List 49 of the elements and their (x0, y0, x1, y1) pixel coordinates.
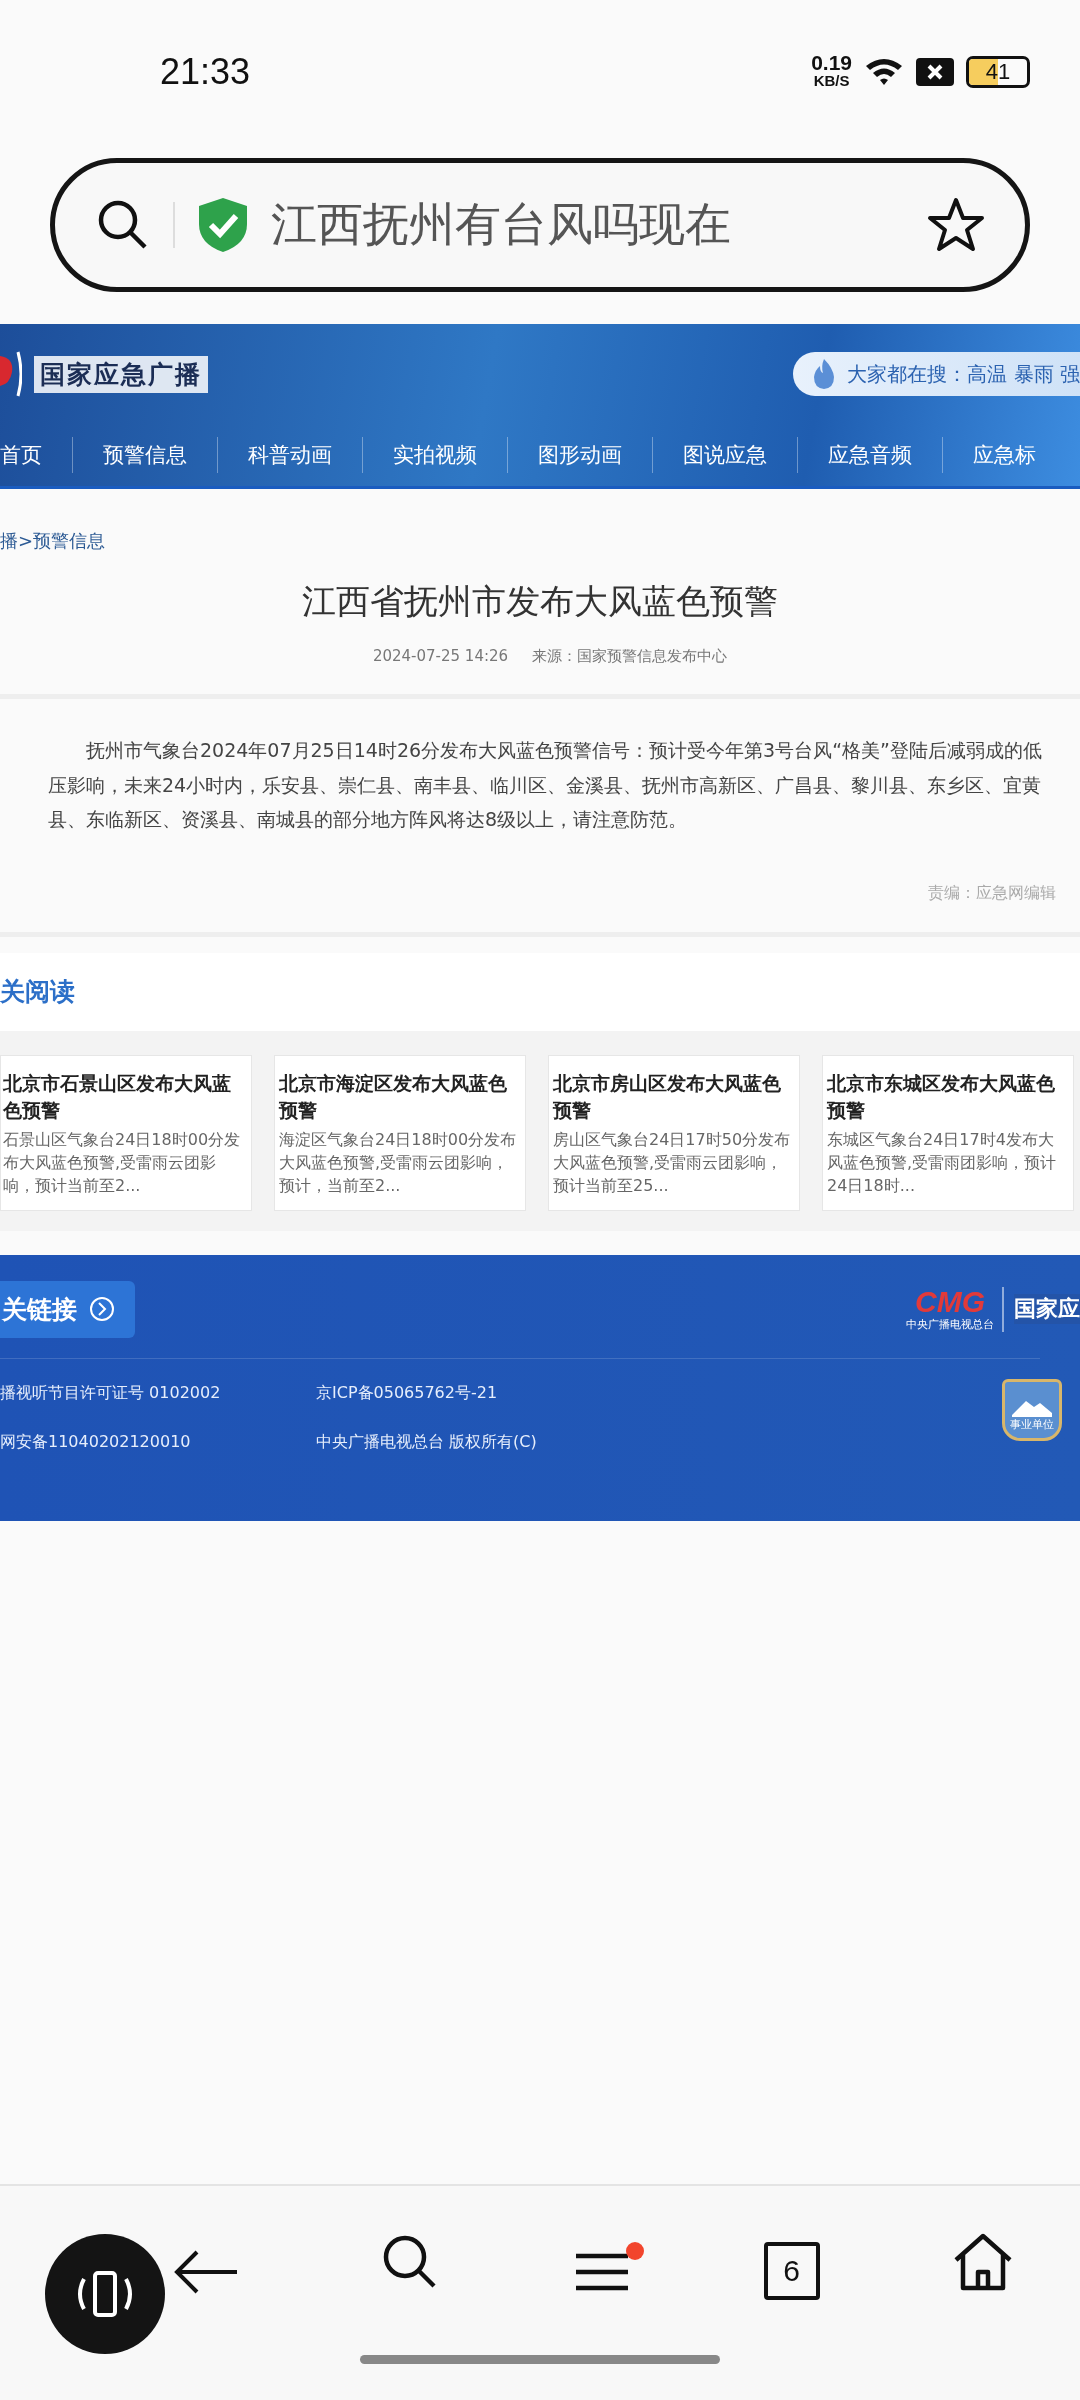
article-date: 2024-07-25 14:26 (372, 647, 509, 666)
home-icon[interactable] (953, 2232, 1014, 2292)
chevron-circle-icon (89, 1296, 115, 1322)
breadcrumb[interactable]: 播>预警信息 (0, 529, 1080, 553)
nav-item[interactable]: 应急音频 (798, 441, 942, 469)
card-title: 北京市房山区发布大风蓝色预警 (553, 1070, 782, 1123)
footer-text: 中央广播电视总台 版权所有(C) (316, 1431, 537, 1453)
card-title: 北京市东城区发布大风蓝色预警 (827, 1070, 1056, 1123)
nav-item[interactable]: 实拍视频 (363, 441, 507, 469)
related-links-button[interactable]: 关链接 (0, 1280, 135, 1338)
card-summary: 石景山区气象台24日18时00分发布大风蓝色预警,受雷雨云团影响，预计当前至2... (3, 1128, 242, 1197)
card-title: 北京市石景山区发布大风蓝色预警 (3, 1070, 232, 1123)
star-icon[interactable] (927, 197, 985, 253)
site-name: 国家应急广播 (34, 355, 208, 393)
nav-item[interactable]: 预警信息 (73, 441, 217, 469)
nav-item[interactable]: 图形动画 (508, 441, 652, 469)
nav-item[interactable]: 应急标 (943, 441, 1066, 469)
article-card[interactable]: 北京市房山区发布大风蓝色预警 房山区气象台24日17时50分发布大风蓝色预警,受雷雨云团影响，预计当前至25... (548, 1054, 800, 1211)
article-title: 江西省抚州市发布大风蓝色预警 (301, 580, 779, 623)
hot-search-bar[interactable]: 大家都在搜：高温 暴雨 强 (793, 352, 1080, 396)
footer-text: 京ICP备05065762号-21 (316, 1382, 499, 1404)
article-card[interactable]: 北京市石景山区发布大风蓝色预警 石景山区气象台24日18时00分发布大风蓝色预警,受雷雨云团影响，预计当前至2... (0, 1054, 252, 1211)
org-name: 国家应 (1014, 1294, 1080, 1324)
footer-text: 网安备11040202120010 (0, 1431, 192, 1453)
card-summary: 东城区气象台24日17时4发布大风蓝色预警,受雷雨团影响，预计24日18时... (827, 1128, 1058, 1197)
article-card[interactable]: 北京市海淀区发布大风蓝色预警 海淀区气象台24日18时00分发布大风蓝色预警,受雷雨云团影响，预计，当前至2... (274, 1054, 526, 1211)
article-body: 抚州市气象台2024年07月25日14时26分发布大风蓝色预警信号：预计受今年第3号台风“格美”登陆后减弱成的低压影响，未来24小时内，乐安县、崇仁县、南丰县、临川区、金溪县、抚州市高新区、广昌县、黎川县、东乡区、宜黄县、东临新区、资溪县、南城县的部分地方阵风将达8级以上，请注意防范。 (48, 738, 1043, 832)
nav-item[interactable]: 首页 (0, 441, 72, 469)
battery-indicator: 41 (966, 56, 1030, 88)
article-card[interactable]: 北京市东城区发布大风蓝色预警 东城区气象台24日17时4发布大风蓝色预警,受雷雨团影响，预计24日18时... (822, 1054, 1074, 1211)
card-title: 北京市海淀区发布大风蓝色预警 (279, 1070, 508, 1123)
badge-text: 事业单位 (1010, 1416, 1054, 1432)
sim-off-icon (916, 58, 954, 86)
address-bar[interactable]: 江西抚州有台风吗现在 (50, 158, 1030, 292)
address-text: 江西抚州有台风吗现在 (271, 196, 732, 253)
card-summary: 海淀区气象台24日18时00分发布大风蓝色预警,受雷雨云团影响，预计，当前至2... (279, 1128, 517, 1197)
tabs-button[interactable]: 6 (763, 2242, 820, 2300)
nav-item[interactable]: 科普动画 (218, 441, 362, 469)
nav-item[interactable]: 图说应急 (653, 441, 797, 469)
network-speed: 0.19 KB/S (811, 54, 852, 90)
article-editor: 责编：应急网编辑 (927, 882, 1057, 904)
status-time: 21:33 (160, 51, 251, 93)
footer-text: 播视听节目许可证号 0102002 (0, 1382, 222, 1404)
section-heading: 关阅读 (0, 952, 1080, 1031)
cmg-logo-subtext: 中央广播电视总台 (906, 1316, 994, 1332)
cmg-logo-text: CMG (915, 1286, 985, 1317)
article-source: 来源：国家预警信息发布中心 (532, 647, 728, 666)
card-summary: 房山区气象台24日17时50分发布大风蓝色预警,受雷雨云团影响，预计当前至25... (553, 1128, 791, 1197)
shield-check-icon (197, 196, 249, 254)
